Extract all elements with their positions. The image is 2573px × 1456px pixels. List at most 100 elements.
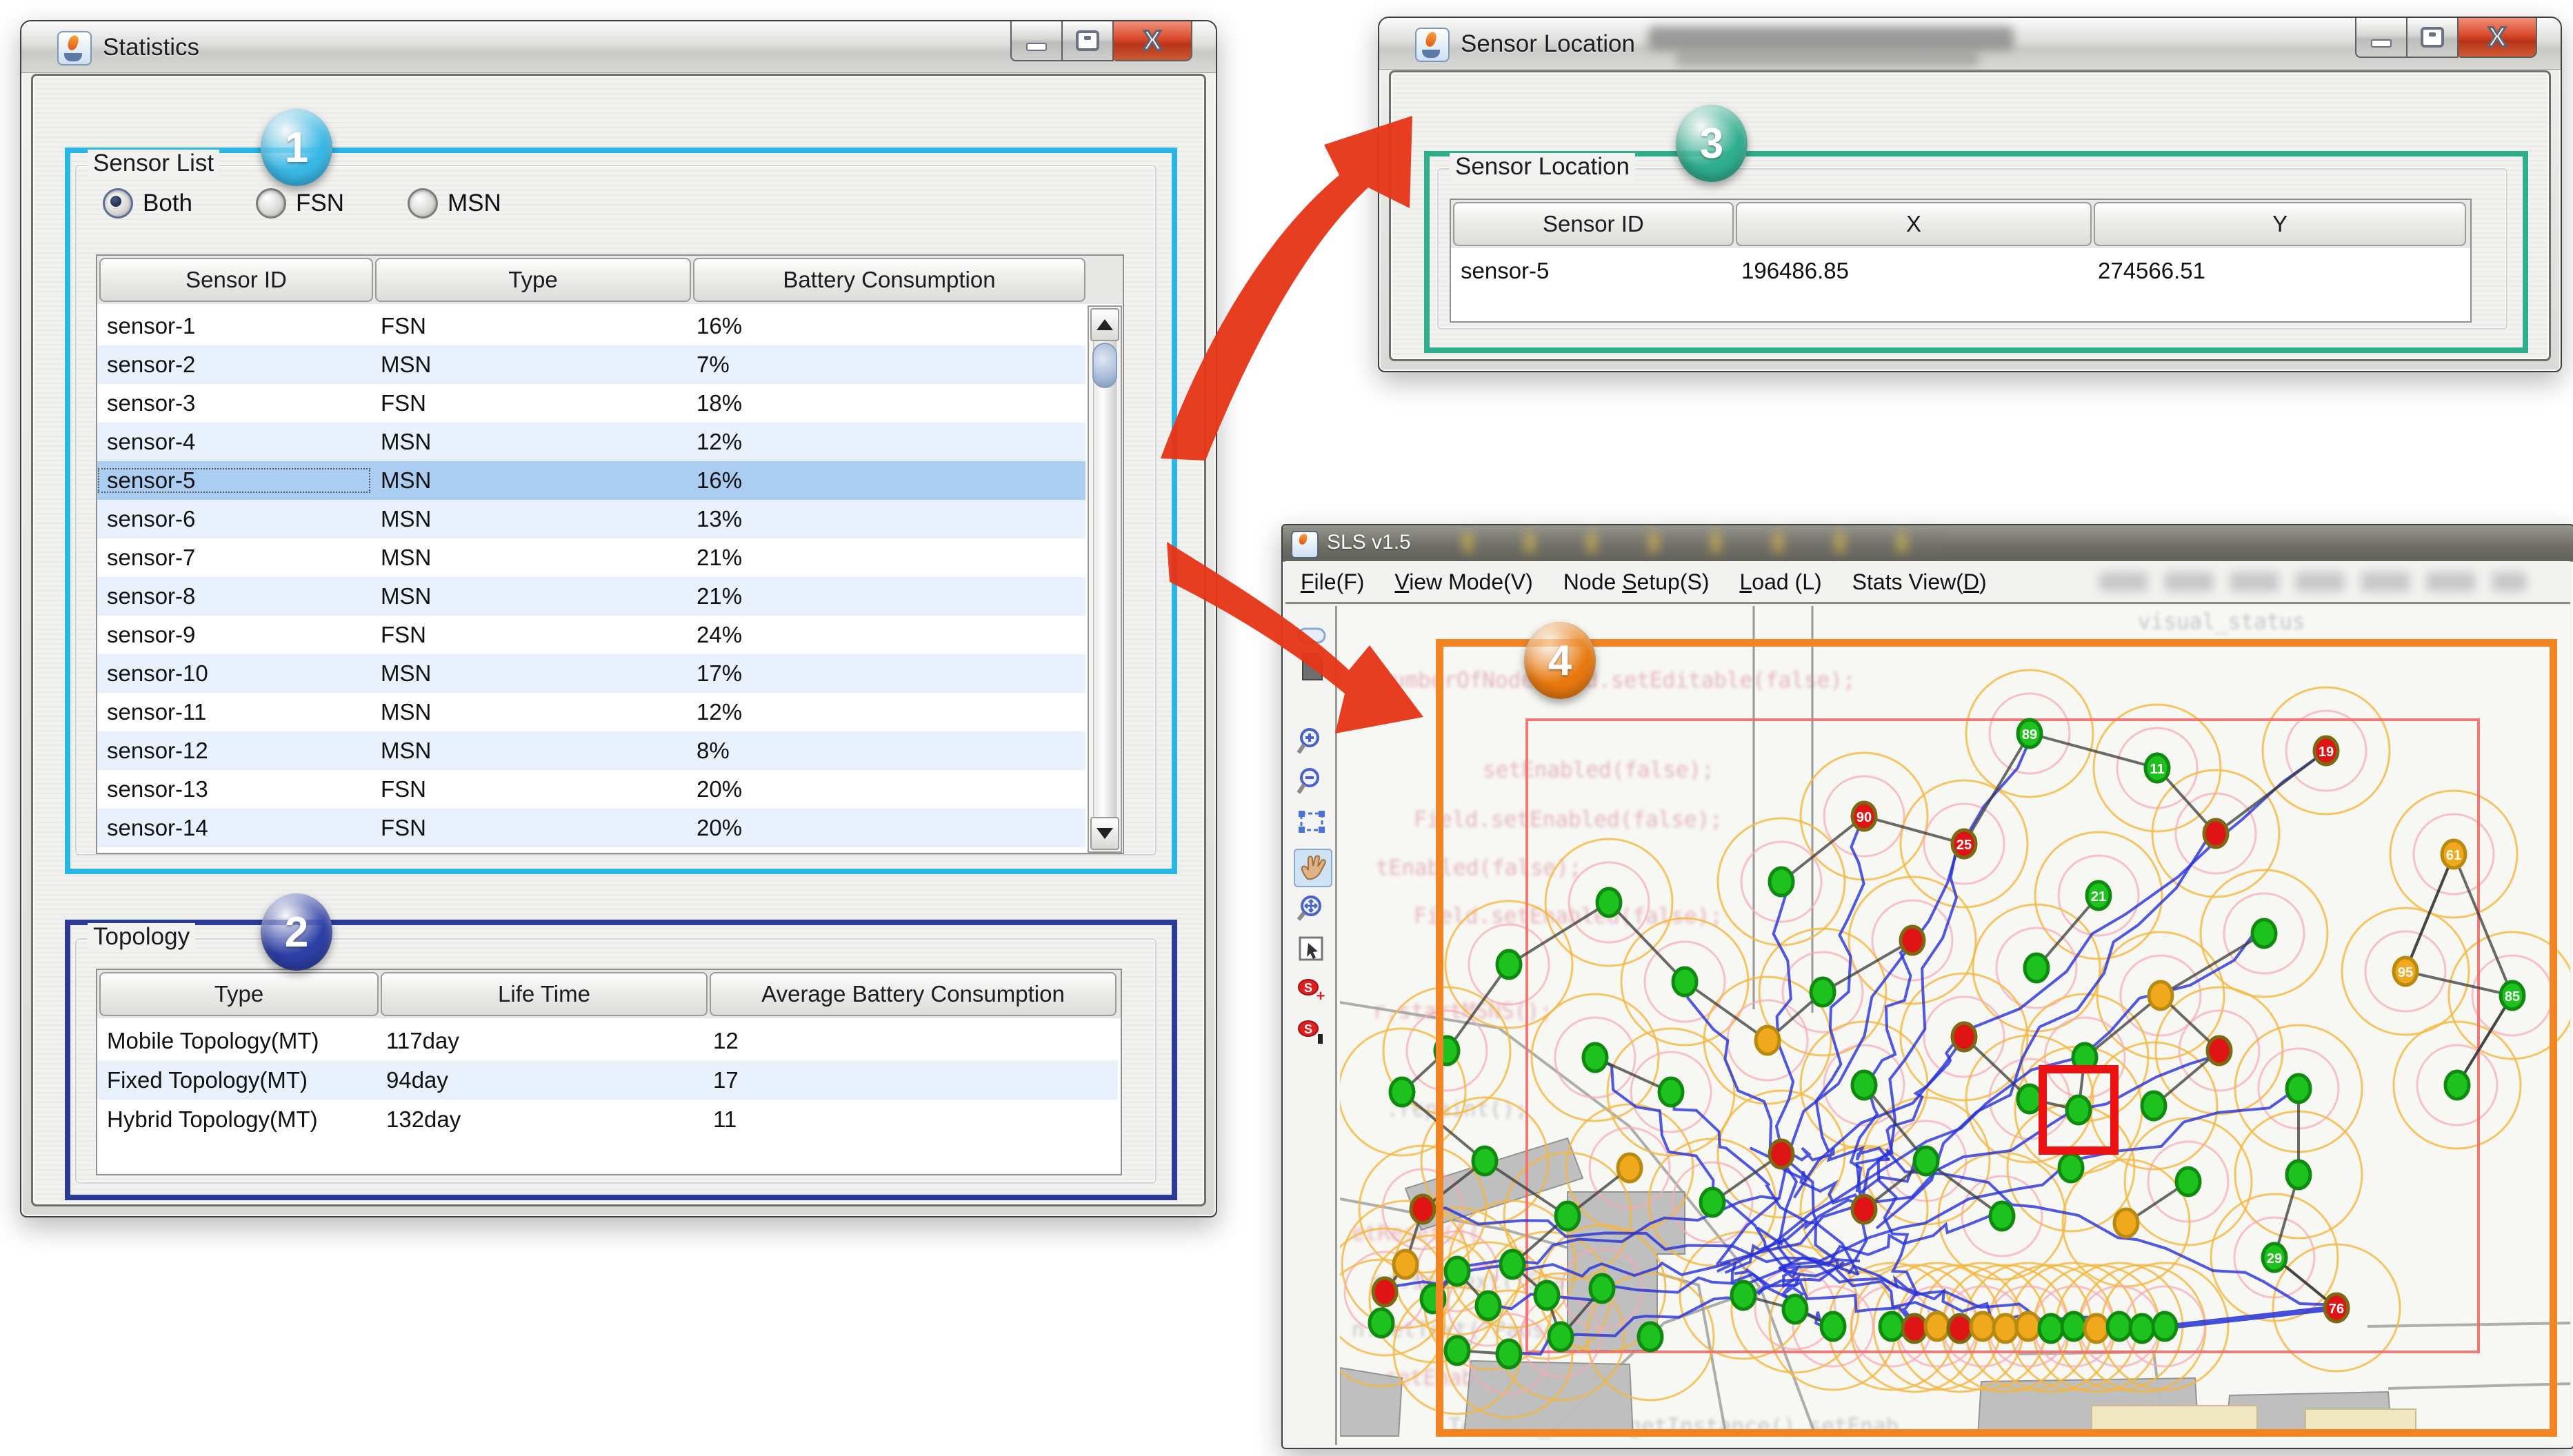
column-header[interactable]: Y [2094, 202, 2466, 246]
sensor-node[interactable] [2018, 1085, 2041, 1113]
sensor-node[interactable] [1852, 1195, 1876, 1223]
sensor-node[interactable] [1549, 1323, 1572, 1351]
sensor-node[interactable] [1497, 1340, 1521, 1368]
sensor-node[interactable] [2252, 920, 2276, 947]
sensor-table-scrollbar[interactable] [1088, 305, 1122, 853]
close-button[interactable]: X [1114, 21, 1192, 61]
sensor-node[interactable] [2142, 1092, 2165, 1120]
sensor-node[interactable] [1673, 968, 1696, 995]
table-row[interactable]: sensor-6MSN13% [97, 500, 1085, 538]
scrollbar-thumb[interactable] [1092, 343, 1117, 388]
sensor-table[interactable]: Sensor IDTypeBattery Consumptionsensor-1… [96, 254, 1124, 854]
sensor-node[interactable] [2207, 1037, 2231, 1064]
sensor-node[interactable] [1756, 1027, 1779, 1054]
column-header[interactable]: Type [375, 258, 691, 302]
sensor-node[interactable] [2067, 1096, 2090, 1124]
start-node-tool-button[interactable]: S+ [1294, 973, 1330, 1009]
sensor-node[interactable] [2016, 1313, 2040, 1340]
sensor-node[interactable] [1590, 1275, 1614, 1302]
menu-file-f-[interactable]: File(F) [1301, 569, 1364, 595]
table-row[interactable]: sensor-4MSN12% [97, 423, 1085, 461]
sensor-node[interactable] [1501, 1251, 1524, 1278]
close-button[interactable]: X [2459, 18, 2537, 58]
stop-node-tool-button[interactable]: S [1294, 1014, 1330, 1050]
sensor-node[interactable] [2039, 1315, 2063, 1342]
sensor-node[interactable] [1639, 1323, 1662, 1351]
sensor-node[interactable] [1732, 1282, 1755, 1309]
sensor-node[interactable] [2445, 1071, 2469, 1099]
sensor-node[interactable] [2114, 1209, 2138, 1237]
table-row[interactable]: sensor-2MSN7% [97, 345, 1085, 384]
table-row[interactable]: sensor-1FSN16% [97, 307, 1085, 345]
menu-load-l-[interactable]: Load (L) [1739, 569, 1821, 595]
location-table[interactable]: Sensor IDXYsensor-5196486.85274566.51 [1450, 199, 2472, 323]
column-header[interactable]: X [1736, 202, 2092, 246]
sensor-node[interactable] [2025, 954, 2048, 982]
sensor-node[interactable] [1390, 1078, 1414, 1106]
radio-msn[interactable]: MSN [408, 188, 501, 219]
sensor-node[interactable] [1783, 1295, 1807, 1323]
sensor-node[interactable] [2287, 1161, 2310, 1189]
sensor-node[interactable] [1370, 1309, 1393, 1337]
table-row[interactable]: Hybrid Topology(MT)132day11 [97, 1100, 1118, 1139]
sensor-node[interactable] [1990, 1202, 2014, 1230]
column-header[interactable]: Average Battery Consumption [710, 972, 1117, 1016]
sensor-node[interactable] [1583, 1044, 1607, 1071]
table-row[interactable]: Mobile Topology(MT)117day12 [97, 1021, 1118, 1060]
menu-stats-view-d-[interactable]: Stats View(D) [1852, 569, 1987, 595]
zoom-out-icon-tool-button[interactable] [1294, 763, 1330, 799]
column-header[interactable]: Life Time [381, 972, 708, 1016]
sensor-node[interactable] [1901, 927, 1924, 954]
sensor-node[interactable] [1971, 1313, 1994, 1340]
minimize-button[interactable] [1010, 21, 1063, 61]
radio-both[interactable]: Both [103, 188, 192, 219]
table-row[interactable]: sensor-5MSN16% [97, 461, 1085, 500]
sensor-node[interactable] [1952, 1023, 1976, 1051]
sensor-node[interactable] [1903, 1315, 1926, 1342]
table-row[interactable]: sensor-3FSN18% [97, 384, 1085, 423]
sensor-node[interactable] [2149, 982, 2172, 1009]
sensor-node[interactable] [2176, 1168, 2200, 1195]
sensor-node[interactable] [2108, 1313, 2131, 1340]
table-row[interactable]: sensor-13FSN20% [97, 770, 1085, 809]
document-tool-button[interactable] [1294, 649, 1330, 685]
sensor-node[interactable] [1435, 1037, 1459, 1064]
table-row[interactable]: Fixed Topology(MT)94day17 [97, 1060, 1118, 1100]
zoom-in-icon-tool-button[interactable] [1294, 723, 1330, 759]
sls-map-canvas[interactable]: numberOfNodeField.setEditable(false);set… [1337, 606, 2570, 1445]
zoom-fit-tool-button[interactable] [1294, 890, 1330, 926]
table-row[interactable]: sensor-11MSN12% [97, 693, 1085, 731]
sensor-node[interactable] [1421, 1285, 1445, 1313]
table-row[interactable]: sensor-10MSN17% [97, 654, 1085, 693]
marquee-select-tool-button[interactable] [1294, 805, 1330, 840]
sensor-node[interactable] [2062, 1313, 2085, 1340]
column-header[interactable]: Battery Consumption [693, 258, 1085, 302]
table-row[interactable]: sensor-9FSN24% [97, 616, 1085, 654]
sensor-node[interactable] [1948, 1315, 1972, 1342]
sensor-node[interactable] [1659, 1078, 1683, 1106]
sensor-node[interactable] [2130, 1315, 2154, 1342]
sensor-node[interactable] [2204, 820, 2227, 847]
sensor-node[interactable] [1852, 1071, 1876, 1099]
sensor-node[interactable] [2059, 1154, 2083, 1182]
sensor-node[interactable] [2287, 1075, 2310, 1102]
sensor-node[interactable] [1811, 978, 1834, 1006]
sensor-node[interactable] [1535, 1282, 1559, 1309]
column-header[interactable]: Type [99, 972, 379, 1016]
sensor-node[interactable] [1373, 1278, 1396, 1306]
sensor-node[interactable] [1880, 1313, 1903, 1340]
scroll-up-button[interactable] [1090, 308, 1119, 341]
sensor-node[interactable] [1821, 1313, 1845, 1340]
sensor-node[interactable] [1597, 889, 1621, 916]
sensor-node[interactable] [2085, 1315, 2108, 1342]
sensor-node[interactable] [1497, 951, 1521, 978]
sensor-node[interactable] [1445, 1257, 1469, 1285]
maximize-button[interactable] [2407, 18, 2459, 58]
sensor-node[interactable] [1411, 1195, 1434, 1223]
sensor-node[interactable] [1770, 1140, 1793, 1168]
radio-fsn[interactable]: FSN [256, 188, 344, 219]
sensor-node[interactable] [1914, 1147, 1938, 1175]
sensor-node[interactable] [1770, 868, 1793, 896]
sensor-node[interactable] [1556, 1202, 1579, 1230]
menu-view-mode-v-[interactable]: View Mode(V) [1394, 569, 1532, 595]
